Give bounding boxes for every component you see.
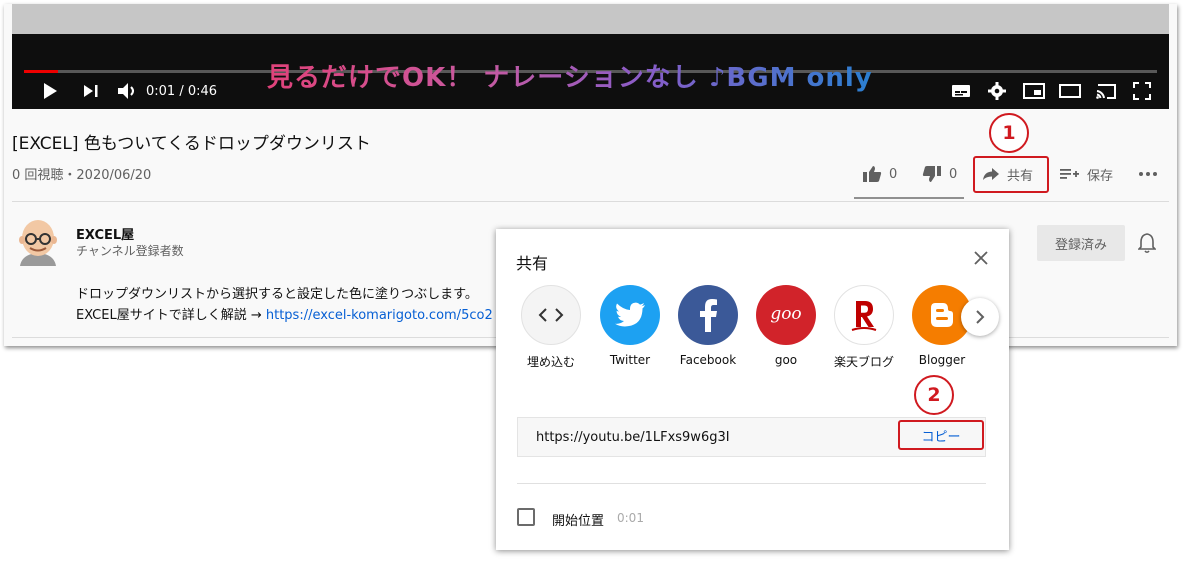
subtitles-icon	[952, 85, 970, 97]
video-top-strip	[12, 4, 1169, 34]
facebook-icon	[678, 285, 738, 345]
like-count: 0	[889, 166, 898, 182]
play-icon	[44, 83, 57, 99]
share-dialog-title: 共有	[516, 254, 549, 273]
theater-icon	[1059, 84, 1081, 98]
start-at-value: 0:01	[617, 511, 644, 525]
more-horiz-icon	[1139, 172, 1157, 176]
fullscreen-button[interactable]	[1130, 79, 1154, 103]
playlist-add-icon	[1060, 169, 1079, 179]
share-goo[interactable]: goo goo	[746, 285, 826, 367]
dislike-button[interactable]: 0	[922, 159, 957, 189]
dislike-count: 0	[949, 166, 958, 182]
next-button[interactable]	[82, 79, 100, 103]
share-rakuten-label: 楽天ブログ	[833, 355, 894, 369]
like-ratio-bar	[854, 197, 964, 199]
share-twitter-label: Twitter	[609, 353, 651, 367]
share-twitter[interactable]: Twitter	[590, 285, 670, 367]
subscribed-button[interactable]: 登録済み	[1037, 225, 1125, 261]
volume-icon	[118, 83, 134, 99]
time-display: 0:01 / 0:46	[146, 84, 218, 99]
settings-button[interactable]	[986, 79, 1008, 103]
like-button[interactable]: 0	[862, 159, 897, 189]
thumbs-up-icon	[863, 166, 882, 182]
close-button[interactable]	[970, 247, 992, 269]
chevron-right-icon	[976, 310, 985, 324]
video-meta: 0 回視聴・2020/06/20	[12, 168, 152, 183]
step-2-marker: 2	[914, 375, 954, 415]
share-embed-label: 埋め込む	[526, 355, 575, 369]
video-title: [EXCEL] 色もついてくるドロップダウンリスト	[12, 134, 371, 154]
description-link[interactable]: https://excel-komarigoto.com/5co2	[266, 308, 493, 323]
goo-icon: goo	[756, 285, 816, 345]
fullscreen-icon	[1133, 82, 1151, 100]
save-label: 保存	[1087, 168, 1114, 184]
share-next-button[interactable]	[961, 298, 999, 336]
description-line-1: ドロップダウンリストから選択すると設定した色に塗りつぶします。	[76, 287, 478, 302]
subtitles-button[interactable]	[950, 79, 972, 103]
share-blogger-label: Blogger	[918, 353, 966, 367]
thumbs-down-icon	[922, 166, 941, 182]
next-icon	[84, 85, 98, 97]
step-1-marker: 1	[989, 113, 1029, 153]
close-icon	[974, 251, 988, 265]
cast-icon	[1096, 84, 1116, 99]
share-embed[interactable]: 埋め込む	[511, 285, 591, 370]
avatar[interactable]	[16, 218, 60, 266]
more-actions-button[interactable]	[1138, 159, 1158, 189]
share-goo-label: goo	[774, 353, 798, 367]
share-highlight-box	[973, 156, 1049, 193]
miniplayer-button[interactable]	[1022, 79, 1046, 103]
share-facebook[interactable]: Facebook	[668, 285, 748, 367]
save-button[interactable]: 保存	[1060, 159, 1113, 189]
cast-button[interactable]	[1094, 79, 1118, 103]
channel-name[interactable]: EXCEL屋	[76, 224, 134, 243]
rakuten-icon	[834, 285, 894, 345]
share-rakuten[interactable]: 楽天ブログ	[824, 285, 904, 370]
description-prefix: EXCEL屋サイトで詳しく解説 →	[76, 308, 266, 323]
video-player[interactable]: 見るだけでOK！ ナレーションなし ♪BGM only 0:01 / 0:46	[12, 34, 1169, 109]
copy-button[interactable]: コピー	[898, 420, 984, 450]
start-at-label: 開始位置	[552, 514, 605, 529]
share-dialog: 共有 埋め込む Twitter Facebook goo goo 楽天ブログ B…	[496, 229, 1009, 550]
notification-bell-button[interactable]	[1137, 232, 1157, 258]
video-caption-text: 見るだけでOK！ ナレーションなし ♪BGM only	[267, 57, 873, 94]
play-button[interactable]	[40, 79, 60, 103]
twitter-icon	[600, 285, 660, 345]
bell-icon	[1137, 233, 1157, 254]
start-at-checkbox[interactable]	[517, 508, 535, 526]
divider	[517, 483, 986, 484]
volume-button[interactable]	[116, 79, 140, 103]
divider	[12, 201, 1169, 202]
embed-icon	[521, 285, 581, 345]
share-facebook-label: Facebook	[679, 353, 737, 367]
svg-text:goo: goo	[770, 304, 801, 324]
gear-icon	[988, 82, 1006, 100]
share-url[interactable]: https://youtu.be/1LFxs9w6g3I	[536, 430, 730, 445]
channel-subscribers: チャンネル登録者数	[76, 244, 184, 258]
miniplayer-icon	[1023, 83, 1045, 99]
theater-button[interactable]	[1058, 79, 1082, 103]
description-line-2: EXCEL屋サイトで詳しく解説 → https://excel-komarigo…	[76, 304, 493, 323]
progress-fill	[24, 70, 58, 73]
